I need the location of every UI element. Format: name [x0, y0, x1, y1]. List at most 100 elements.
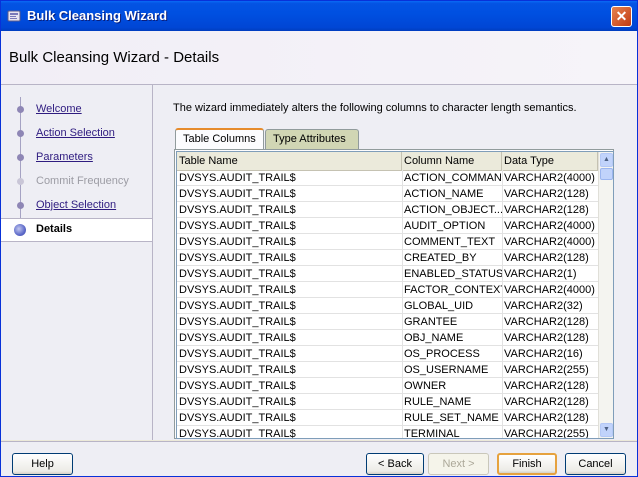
scroll-up-arrow-icon: ▲ — [603, 156, 610, 163]
step-action-selection-label[interactable]: Action Selection — [36, 127, 115, 139]
cell-column-name: FACTOR_CONTEXT — [404, 284, 502, 296]
step-details: Details — [1, 218, 152, 242]
step-commit-frequency: Commit Frequency — [1, 171, 152, 193]
cell-column-name: RULE_SET_NAME — [404, 412, 499, 424]
table-row[interactable]: DVSYS.AUDIT_TRAIL$ RULE_SET_NAME VARCHAR2(… — [177, 410, 598, 426]
close-button[interactable]: ✕ — [611, 6, 632, 27]
table-row[interactable]: DVSYS.AUDIT_TRAIL$ ACTION_OBJECT... VARCHA… — [177, 202, 598, 218]
column-divider — [402, 170, 403, 438]
table-row[interactable]: DVSYS.AUDIT_TRAIL$ ACTION_NAME VARCHAR2(12… — [177, 186, 598, 202]
back-button[interactable]: < Back — [366, 453, 424, 475]
table-row[interactable]: DVSYS.AUDIT_TRAIL$ ACTION_COMMAND VARCHAR2… — [177, 170, 598, 186]
cell-column-name: COMMENT_TEXT — [404, 236, 496, 248]
cancel-button[interactable]: Cancel — [565, 453, 626, 475]
current-step-bullet — [14, 224, 26, 236]
cell-column-name: ACTION_OBJECT... — [404, 204, 502, 216]
wizard-steps-sidebar: Welcome Action Selection Parameters Comm… — [1, 85, 153, 440]
cell-data-type: VARCHAR2(4000) — [504, 172, 595, 184]
cell-table-name: DVSYS.AUDIT_TRAIL$ — [179, 332, 296, 344]
step-welcome[interactable]: Welcome — [1, 99, 152, 121]
table-row[interactable]: DVSYS.AUDIT_TRAIL$ ENABLED_STATUS VARCHAR2… — [177, 266, 598, 282]
tab-table-columns[interactable]: Table Columns — [175, 128, 264, 150]
cell-data-type: VARCHAR2(4000) — [504, 236, 595, 248]
table-row[interactable]: DVSYS.AUDIT_TRAIL$ RULE_NAME VARCHAR2(128) — [177, 394, 598, 410]
cell-data-type: VARCHAR2(128) — [504, 332, 589, 344]
step-parameters[interactable]: Parameters — [1, 147, 152, 169]
cell-table-name: DVSYS.AUDIT_TRAIL$ — [179, 252, 296, 264]
cell-column-name: OS_USERNAME — [404, 364, 489, 376]
details-content: The wizard immediately alters the follow… — [153, 85, 637, 440]
cell-data-type: VARCHAR2(128) — [504, 188, 589, 200]
step-parameters-label[interactable]: Parameters — [36, 151, 93, 163]
description-text: The wizard immediately alters the follow… — [173, 102, 577, 114]
cell-data-type: VARCHAR2(128) — [504, 252, 589, 264]
cell-column-name: OS_PROCESS — [404, 348, 480, 360]
close-icon: ✕ — [615, 8, 628, 24]
table-row[interactable]: DVSYS.AUDIT_TRAIL$ OS_PROCESS VARCHAR2(16) — [177, 346, 598, 362]
cell-column-name: TERMINAL — [404, 428, 460, 439]
header-table-name[interactable]: Table Name — [177, 152, 402, 170]
cell-data-type: VARCHAR2(128) — [504, 380, 589, 392]
table-row[interactable]: DVSYS.AUDIT_TRAIL$ GRANTEE VARCHAR2(128) — [177, 314, 598, 330]
cell-column-name: CREATED_BY — [404, 252, 477, 264]
title-bar[interactable]: Bulk Cleansing Wizard ✕ — [1, 1, 637, 31]
table-row[interactable]: DVSYS.AUDIT_TRAIL$ CREATED_BY VARCHAR2(128… — [177, 250, 598, 266]
table-row[interactable]: DVSYS.AUDIT_TRAIL$ OS_USERNAME VARCHAR2(25… — [177, 362, 598, 378]
cell-column-name: ACTION_COMMAND — [404, 172, 502, 184]
step-details-label: Details — [36, 223, 73, 235]
step-bullet — [17, 178, 24, 185]
cell-column-name: GLOBAL_UID — [404, 300, 474, 312]
cell-table-name: DVSYS.AUDIT_TRAIL$ — [179, 204, 296, 216]
cell-table-name: DVSYS.AUDIT_TRAIL$ — [179, 268, 296, 280]
cell-data-type: VARCHAR2(4000) — [504, 220, 595, 232]
step-action-selection[interactable]: Action Selection — [1, 123, 152, 145]
cell-table-name: DVSYS.AUDIT_TRAIL$ — [179, 364, 296, 376]
cell-table-name: DVSYS.AUDIT_TRAIL$ — [179, 428, 296, 439]
cell-table-name: DVSYS.AUDIT_TRAIL$ — [179, 396, 296, 408]
table-body: DVSYS.AUDIT_TRAIL$ ACTION_COMMAND VARCHAR2… — [177, 170, 598, 439]
step-object-selection[interactable]: Object Selection — [1, 195, 152, 217]
table-row[interactable]: DVSYS.AUDIT_TRAIL$ COMMENT_TEXT VARCHAR2(4… — [177, 234, 598, 250]
wizard-window: Bulk Cleansing Wizard ✕ Bulk Cleansing W… — [0, 0, 638, 477]
cell-column-name: ENABLED_STATUS — [404, 268, 502, 280]
cell-table-name: DVSYS.AUDIT_TRAIL$ — [179, 188, 296, 200]
cell-table-name: DVSYS.AUDIT_TRAIL$ — [179, 348, 296, 360]
help-button[interactable]: Help — [12, 453, 73, 475]
columns-table[interactable]: Table Name Column Name Data Type DVSYS.A… — [176, 151, 614, 439]
cell-table-name: DVSYS.AUDIT_TRAIL$ — [179, 220, 296, 232]
scroll-up-button[interactable]: ▲ — [600, 153, 613, 167]
scrollbar-thumb[interactable] — [600, 168, 613, 180]
table-row[interactable]: DVSYS.AUDIT_TRAIL$ AUDIT_OPTION VARCHAR2(4… — [177, 218, 598, 234]
table-row[interactable]: DVSYS.AUDIT_TRAIL$ OBJ_NAME VARCHAR2(128) — [177, 330, 598, 346]
cell-table-name: DVSYS.AUDIT_TRAIL$ — [179, 172, 296, 184]
header-data-type[interactable]: Data Type — [502, 152, 598, 170]
cell-data-type: VARCHAR2(255) — [504, 364, 589, 376]
cell-data-type: VARCHAR2(128) — [504, 204, 589, 216]
column-divider — [502, 170, 503, 438]
cell-table-name: DVSYS.AUDIT_TRAIL$ — [179, 380, 296, 392]
wizard-app-icon — [7, 10, 21, 22]
step-bullet — [17, 106, 24, 113]
step-object-selection-label[interactable]: Object Selection — [36, 199, 116, 211]
step-bullet — [17, 202, 24, 209]
cell-table-name: DVSYS.AUDIT_TRAIL$ — [179, 300, 296, 312]
table-row[interactable]: DVSYS.AUDIT_TRAIL$ TERMINAL VARCHAR2(255) — [177, 426, 598, 439]
cell-data-type: VARCHAR2(128) — [504, 396, 589, 408]
table-row[interactable]: DVSYS.AUDIT_TRAIL$ FACTOR_CONTEXT VARCHAR2… — [177, 282, 598, 298]
cell-column-name: RULE_NAME — [404, 396, 472, 408]
table-row[interactable]: DVSYS.AUDIT_TRAIL$ OWNER VARCHAR2(128) — [177, 378, 598, 394]
tab-type-attributes[interactable]: Type Attributes — [265, 129, 359, 149]
cell-data-type: VARCHAR2(32) — [504, 300, 583, 312]
table-row[interactable]: DVSYS.AUDIT_TRAIL$ GLOBAL_UID VARCHAR2(32) — [177, 298, 598, 314]
cell-column-name: OWNER — [404, 380, 447, 392]
cell-data-type: VARCHAR2(1) — [504, 268, 577, 280]
step-welcome-label[interactable]: Welcome — [36, 103, 82, 115]
cell-data-type: VARCHAR2(16) — [504, 348, 583, 360]
scroll-down-button[interactable]: ▼ — [600, 423, 613, 437]
cell-column-name: GRANTEE — [404, 316, 458, 328]
cell-column-name: ACTION_NAME — [404, 188, 484, 200]
vertical-scrollbar[interactable]: ▲ ▼ — [598, 152, 613, 438]
finish-button[interactable]: Finish — [497, 453, 557, 475]
header-column-name[interactable]: Column Name — [402, 152, 502, 170]
cell-column-name: OBJ_NAME — [404, 332, 464, 344]
